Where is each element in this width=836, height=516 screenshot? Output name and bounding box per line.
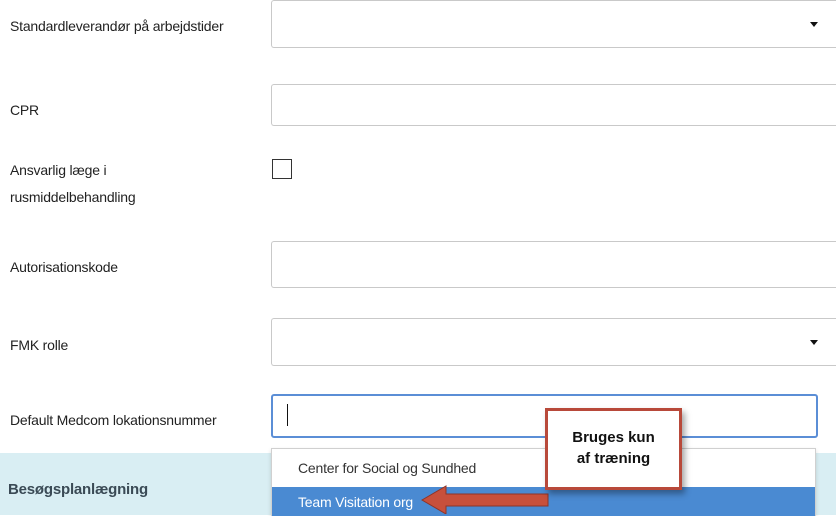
fmk-role-label: FMK rolle — [10, 337, 69, 353]
standard-supplier-select[interactable] — [271, 0, 836, 48]
responsible-doctor-checkbox[interactable] — [272, 159, 292, 179]
cpr-input[interactable] — [271, 84, 836, 126]
chevron-down-icon — [810, 22, 818, 27]
fmk-role-select[interactable] — [271, 318, 836, 366]
authorization-code-input[interactable] — [271, 241, 836, 288]
responsible-doctor-label-line1: Ansvarlig læge i — [10, 162, 107, 178]
callout-line2: af træning — [576, 450, 651, 467]
responsible-doctor-label: Ansvarlig læge i rusmiddelbehandling — [10, 160, 136, 208]
callout-line1: Bruges kun — [572, 429, 655, 446]
standard-supplier-label: Standardleverandør på arbejdstider — [10, 18, 224, 34]
responsible-doctor-label-line2: rusmiddelbehandling — [10, 189, 136, 205]
text-cursor — [287, 404, 288, 426]
authorization-code-label: Autorisationskode — [10, 259, 118, 275]
red-arrow-icon — [421, 485, 549, 514]
chevron-down-icon — [810, 340, 818, 345]
medcom-location-label: Default Medcom lokationsnummer — [10, 412, 217, 428]
section-title: Besøgsplanlægning — [8, 481, 148, 498]
cpr-label: CPR — [10, 102, 39, 118]
training-callout: Bruges kun af træning — [545, 408, 682, 490]
